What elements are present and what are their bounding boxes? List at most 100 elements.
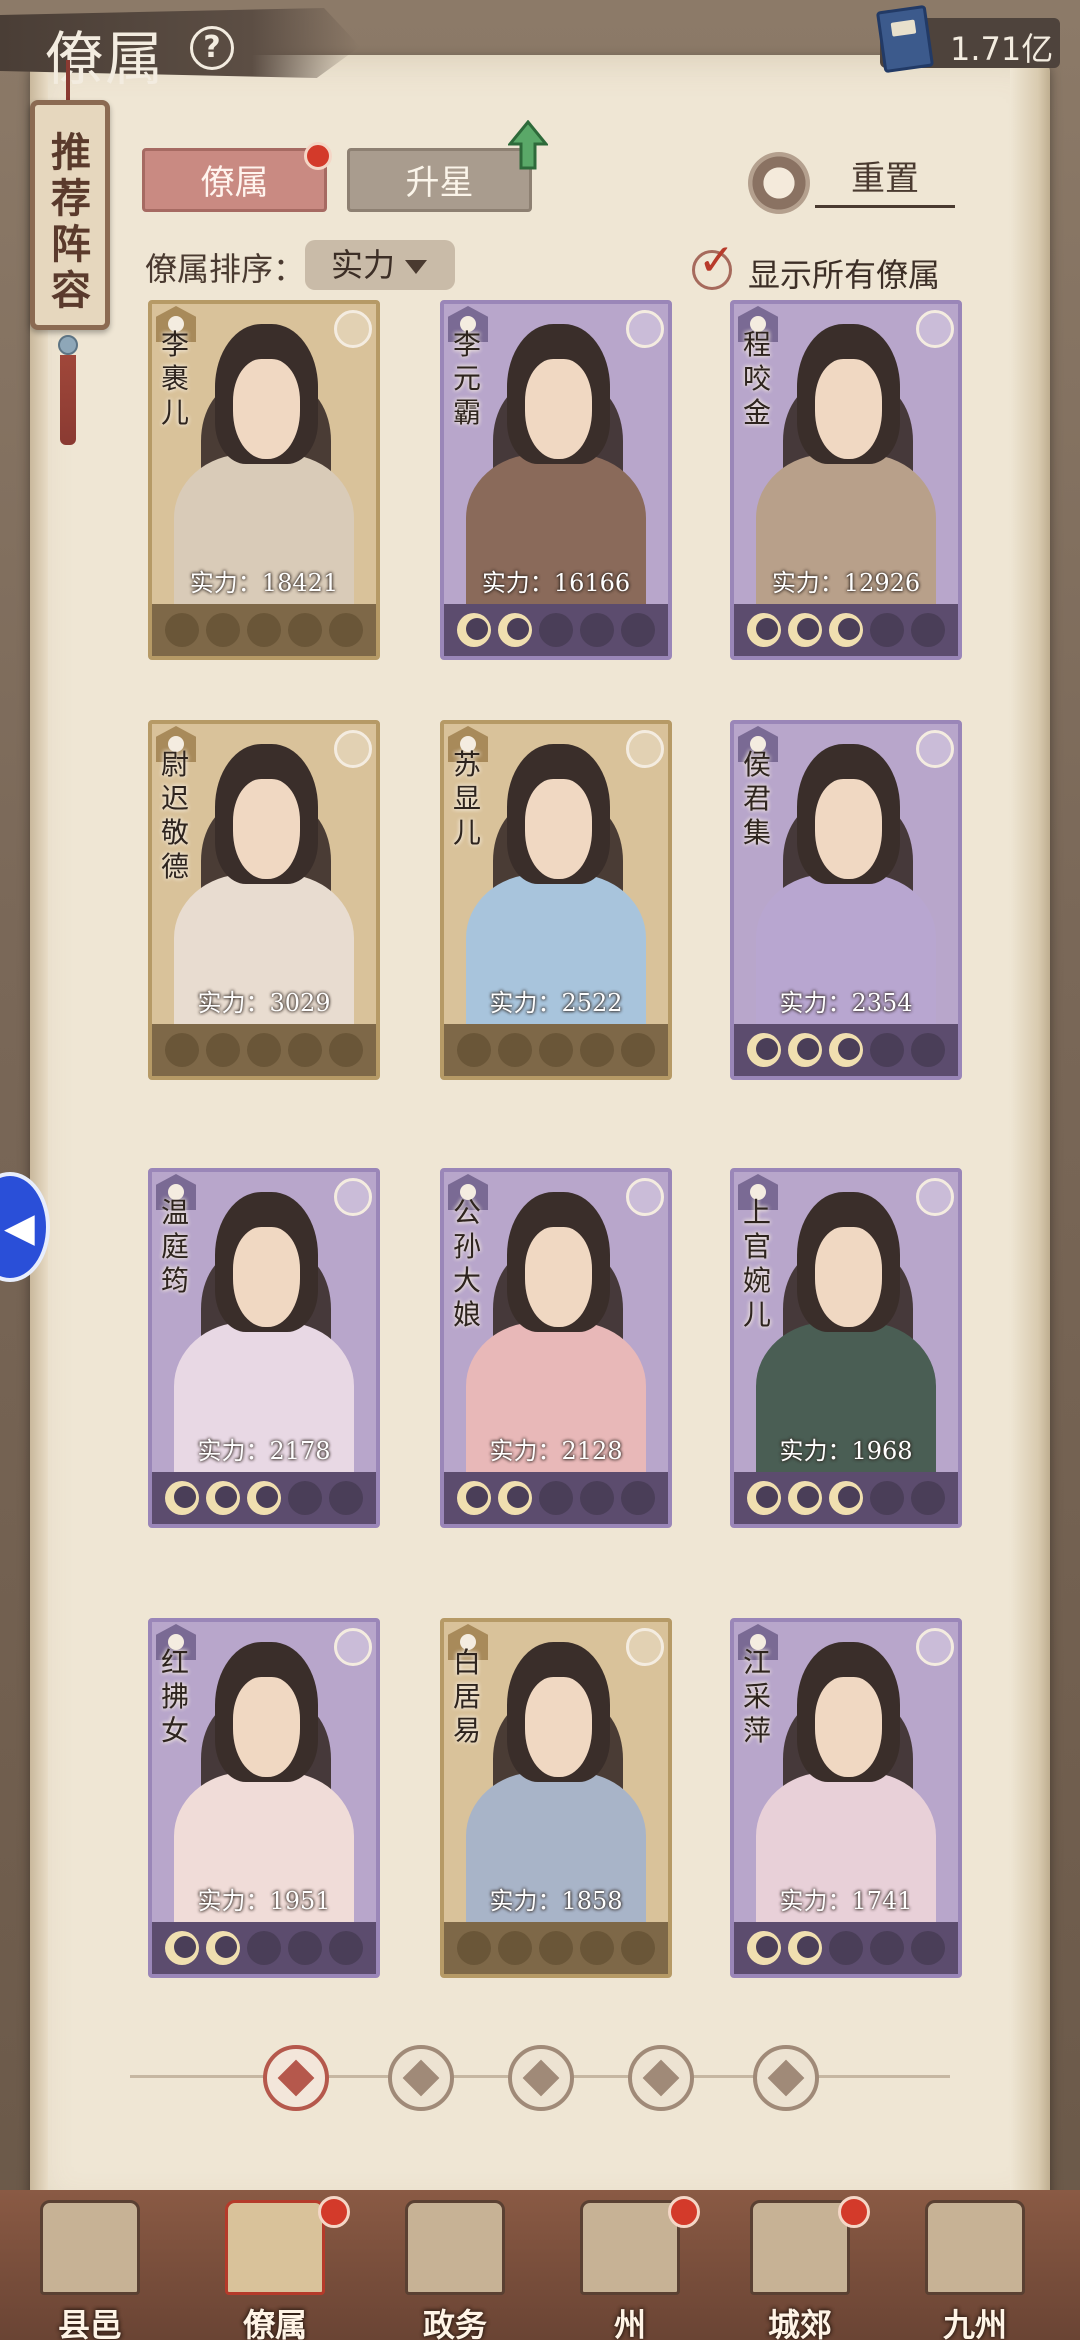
retainer-card[interactable]: 尉迟敬德 实力：3029 [148, 720, 380, 1080]
retainer-name: 白居易 [452, 1646, 481, 1747]
sort-label: 僚属排序： [145, 250, 306, 288]
assist-icon: ◀ [4, 1205, 35, 1251]
retainer-card[interactable]: 程咬金 实力：12926 [730, 300, 962, 660]
moon-star-filled-icon [498, 1931, 532, 1965]
moon-star-empty-icon [911, 1931, 945, 1965]
moon-star-empty-icon [829, 1931, 863, 1965]
banner-tassel [60, 355, 76, 445]
retainer-card[interactable]: 李元霸实力：16166 [440, 300, 672, 660]
fan-filter-icon[interactable] [628, 2045, 694, 2111]
class-icon [626, 730, 664, 768]
moon-star-filled-icon [498, 613, 532, 647]
map-scroll-icon [925, 2200, 1025, 2295]
nav-item-county[interactable]: 县邑 [10, 2200, 170, 2340]
sort-dropdown[interactable]: 实力 [305, 240, 455, 290]
book-icon [875, 4, 935, 74]
retainer-card[interactable]: 李裹儿 实力：18421 [148, 300, 380, 660]
moon-star-filled-icon [829, 1481, 863, 1515]
retainer-power: 实力：2128 [489, 1437, 623, 1465]
moon-star-filled-icon [747, 1481, 781, 1515]
nav-item-nine-states[interactable]: 九州 [895, 2200, 1055, 2340]
class-icon [626, 310, 664, 348]
notification-dot [838, 2196, 870, 2228]
retainer-power: 实力：1951 [197, 1887, 331, 1915]
moon-star-filled-icon [747, 613, 781, 647]
moon-star-filled-icon [165, 1931, 199, 1965]
star-rating [734, 1024, 958, 1076]
show-all-label: 显示所有僚属 [748, 256, 941, 294]
retainer-power: 实力：16166 [481, 569, 631, 597]
nav-item-affairs[interactable]: 政务 [375, 2200, 535, 2340]
star-rating [152, 1472, 376, 1524]
moon-star-filled-icon [206, 1481, 240, 1515]
moon-star-empty-icon [288, 1033, 322, 1067]
reset-button[interactable]: 重置 [815, 150, 955, 208]
tab-star-up[interactable]: 升星 [347, 148, 532, 212]
retainer-card[interactable]: 公孙大娘 实力：2128 [440, 1168, 672, 1528]
moon-star-filled-icon [457, 1033, 491, 1067]
moon-star-empty-icon [870, 613, 904, 647]
retainer-card[interactable]: 苏显儿 实力：2522 [440, 720, 672, 1080]
moon-star-empty-icon [580, 1931, 614, 1965]
retainer-card[interactable]: 上官婉儿 实力：1968 [730, 1168, 962, 1528]
nav-label: 县邑 [57, 2306, 122, 2340]
moon-star-filled-icon [165, 1481, 199, 1515]
retainer-name: 江采萍 [742, 1646, 771, 1747]
star-rating [734, 604, 958, 656]
swap-icon[interactable] [748, 152, 810, 214]
lion-filter-icon[interactable] [753, 2045, 819, 2111]
moon-star-filled-icon [498, 1481, 532, 1515]
moon-star-filled-icon [788, 1931, 822, 1965]
moon-star-filled-icon [829, 1033, 863, 1067]
moon-star-empty-icon [165, 1033, 199, 1067]
retainer-name: 李元霸 [452, 328, 481, 429]
retainer-name: 上官婉儿 [742, 1196, 771, 1331]
moon-star-empty-icon [288, 1481, 322, 1515]
mountain-icon [580, 2200, 680, 2295]
retainer-power: 实力：1858 [489, 1887, 623, 1915]
retainer-power: 实力：18421 [189, 569, 339, 597]
gourd-filter-icon[interactable] [508, 2045, 574, 2111]
tab-retainers[interactable]: 僚属 [142, 148, 327, 212]
chevron-down-icon [405, 260, 427, 274]
star-rating [152, 1922, 376, 1974]
moon-star-empty-icon [539, 1481, 573, 1515]
moon-star-empty-icon [580, 1033, 614, 1067]
page-spine [30, 55, 48, 2215]
nav-label: 政务 [422, 2306, 487, 2340]
star-rating [444, 1472, 668, 1524]
moon-star-filled-icon [747, 1931, 781, 1965]
moon-star-empty-icon [247, 1931, 281, 1965]
bell-filter-icon[interactable] [388, 2045, 454, 2111]
retainer-card[interactable]: 温庭筠 实力：2178 [148, 1168, 380, 1528]
moon-star-empty-icon [329, 1033, 363, 1067]
moon-star-filled-icon [539, 1033, 573, 1067]
retainer-card[interactable]: 红拂女实力：1951 [148, 1618, 380, 1978]
moon-star-filled-icon [747, 1033, 781, 1067]
retainer-card[interactable]: 江采萍 实力：1741 [730, 1618, 962, 1978]
class-icon [334, 1178, 372, 1216]
class-icon [334, 730, 372, 768]
retainer-power: 实力：2522 [489, 989, 623, 1017]
star-rating [152, 1024, 376, 1076]
class-icon [626, 1178, 664, 1216]
moon-star-empty-icon [539, 613, 573, 647]
moon-star-empty-icon [288, 613, 322, 647]
question-circle-icon[interactable]: ? [190, 26, 234, 70]
moon-star-empty-icon [206, 1033, 240, 1067]
moon-star-empty-icon [621, 1931, 655, 1965]
nav-label: 僚属 [242, 2306, 307, 2340]
retainer-power: 实力：3029 [197, 989, 331, 1017]
all-filter-icon[interactable] [263, 2045, 329, 2111]
county-icon [40, 2200, 140, 2295]
retainer-name: 红拂女 [160, 1646, 189, 1747]
star-rating [152, 604, 376, 656]
retainer-card[interactable]: 白居易实力：1858 [440, 1618, 672, 1978]
retainer-card[interactable]: 侯君集 实力：2354 [730, 720, 962, 1080]
moon-star-empty-icon [911, 1033, 945, 1067]
class-icon [334, 310, 372, 348]
moon-star-empty-icon [580, 1481, 614, 1515]
checkmark-icon: ✓ [698, 235, 735, 286]
notification-dot [318, 2196, 350, 2228]
star-rating [444, 1024, 668, 1076]
